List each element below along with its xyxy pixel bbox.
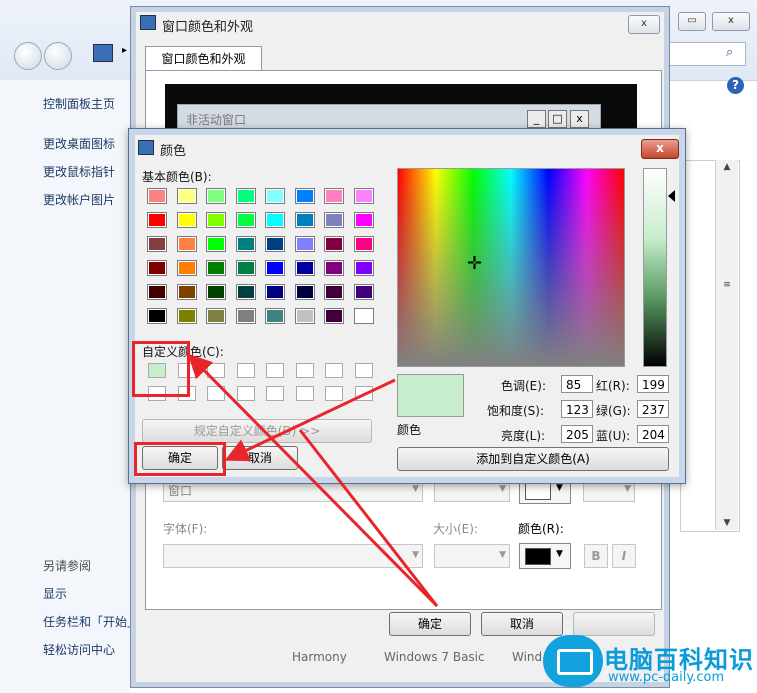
arrow-ok-to-custom — [187, 353, 439, 608]
arrow-ok-to-define — [298, 429, 439, 607]
annotation-arrows — [187, 353, 439, 608]
watermark-url: www.pc-daily.com — [608, 670, 725, 685]
brand-logo-icon — [543, 635, 603, 687]
